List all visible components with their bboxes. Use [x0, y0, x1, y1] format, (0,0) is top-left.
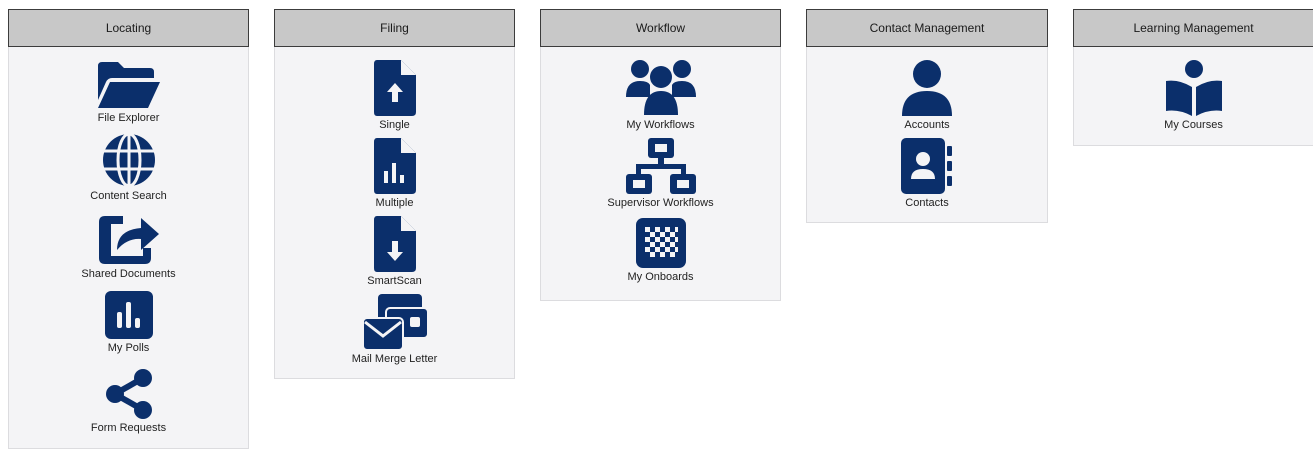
user-icon [902, 60, 952, 116]
my-workflows-tile[interactable]: My Workflows [541, 59, 780, 131]
tile-label: My Onboards [627, 271, 694, 283]
accounts-tile[interactable]: Accounts [807, 59, 1047, 131]
panel-title: Learning Management [1073, 9, 1313, 47]
folder-open-icon [97, 62, 160, 108]
checkered-square-icon [635, 218, 686, 268]
poll-icon [104, 291, 153, 339]
tile-label: SmartScan [367, 275, 422, 287]
my-courses-tile[interactable]: My Courses [1074, 59, 1313, 131]
panel-filing: Filing Single Multiple SmartScan Mail Me… [274, 9, 515, 379]
tile-label: Form Requests [90, 422, 167, 434]
share-nodes-icon [105, 369, 152, 419]
sitemap-icon [625, 138, 696, 194]
form-requests-tile[interactable]: Form Requests [9, 368, 248, 434]
book-reader-icon [1165, 60, 1222, 116]
tile-label: File Explorer [97, 112, 160, 124]
tile-label: Content Search [90, 190, 167, 202]
address-book-icon [901, 138, 952, 194]
smartscan-tile[interactable]: SmartScan [275, 215, 514, 287]
supervisor-workflows-tile[interactable]: Supervisor Workflows [541, 137, 780, 209]
panel-title: Filing [274, 9, 515, 47]
file-download-icon [373, 216, 416, 272]
tile-label: My Courses [1164, 119, 1223, 131]
tile-label: My Polls [107, 342, 150, 354]
file-chart-icon [373, 138, 416, 194]
contacts-tile[interactable]: Contacts [807, 137, 1047, 209]
file-explorer-tile[interactable]: File Explorer [9, 60, 248, 124]
tile-label: Multiple [375, 197, 414, 209]
globe-icon [102, 132, 155, 188]
tile-label: Single [379, 119, 410, 131]
tile-label: Shared Documents [81, 268, 176, 280]
tile-label: Contacts [905, 197, 949, 209]
file-upload-icon [373, 60, 416, 116]
users-group-icon [625, 60, 696, 115]
panel-title: Workflow [540, 9, 781, 47]
panel-title: Locating [8, 9, 249, 47]
panel-contact-management: Contact Management Accounts Contacts [806, 9, 1048, 223]
share-square-icon [98, 216, 159, 264]
panel-locating: Locating File Explorer Content Search Sh… [8, 9, 249, 449]
tile-label: My Workflows [626, 119, 695, 131]
panel-title: Contact Management [806, 9, 1048, 47]
mail-merge-icon [361, 294, 428, 351]
my-onboards-tile[interactable]: My Onboards [541, 217, 780, 283]
panel-workflow: Workflow My Workflows Supervisor Workflo… [540, 9, 781, 301]
tile-label: Supervisor Workflows [607, 197, 714, 209]
mail-merge-letter-tile[interactable]: Mail Merge Letter [275, 293, 514, 365]
content-search-tile[interactable]: Content Search [9, 132, 248, 202]
panel-learning-management: Learning Management My Courses [1073, 9, 1313, 146]
shared-documents-tile[interactable]: Shared Documents [9, 208, 248, 280]
tile-label: Accounts [904, 119, 950, 131]
my-polls-tile[interactable]: My Polls [9, 290, 248, 354]
multiple-tile[interactable]: Multiple [275, 137, 514, 209]
single-tile[interactable]: Single [275, 59, 514, 131]
tile-label: Mail Merge Letter [351, 353, 438, 365]
